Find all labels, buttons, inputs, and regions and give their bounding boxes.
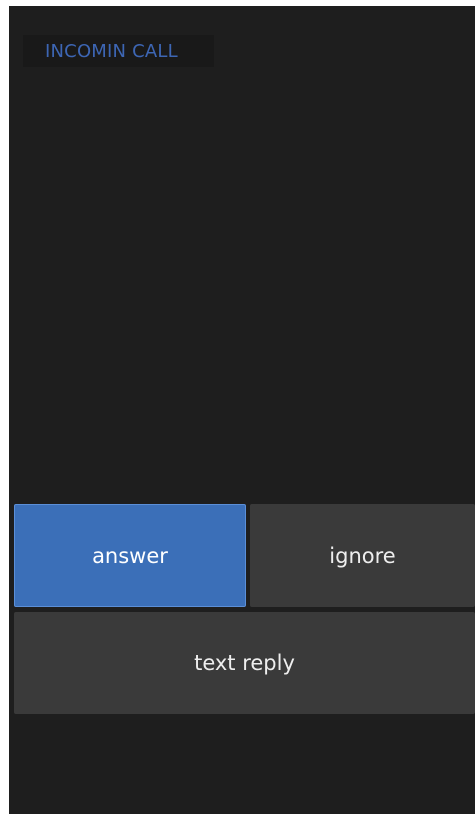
call-title-bar: INCOMIN CALL [23,35,214,67]
text-reply-button[interactable]: text reply [14,612,475,714]
answer-button[interactable]: answer [14,504,246,607]
incoming-call-screen: INCOMIN CALL answer ignore text reply [9,6,475,814]
call-status-title: INCOMIN CALL [45,40,178,62]
ignore-button[interactable]: ignore [250,504,475,607]
